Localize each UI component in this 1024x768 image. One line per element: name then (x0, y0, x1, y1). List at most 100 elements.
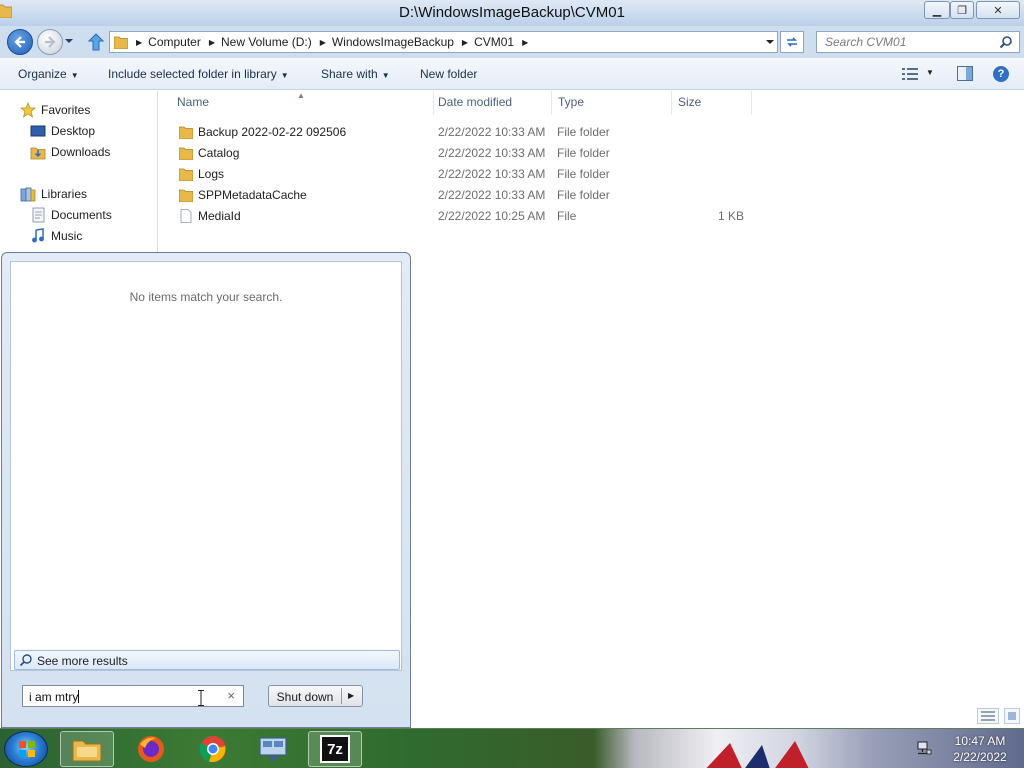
sidebar-item-favorites[interactable]: Favorites (20, 101, 90, 119)
breadcrumb-new-volume[interactable]: New Volume (D:) (217, 35, 316, 49)
column-divider[interactable] (433, 91, 434, 115)
column-divider[interactable] (551, 91, 552, 115)
breadcrumb-cvm01[interactable]: CVM01 (470, 35, 518, 49)
7zip-icon: 7z (320, 735, 350, 763)
sidebar-item-music[interactable]: Music (30, 227, 82, 245)
folder-icon (114, 36, 128, 49)
taskbar-7zip-button[interactable]: 7z (308, 731, 362, 767)
details-view-button[interactable] (977, 708, 999, 724)
libraries-icon (20, 187, 36, 202)
up-arrow-icon[interactable] (87, 32, 105, 52)
arrow-right-icon (45, 36, 56, 48)
new-folder-button[interactable]: New folder (420, 67, 477, 81)
organize-label: Organize (18, 67, 67, 81)
taskbar-chrome-button[interactable] (186, 731, 240, 767)
address-bar[interactable]: ▶ Computer ▶ New Volume (D:) ▶ WindowsIm… (109, 31, 778, 53)
minimize-button[interactable]: ▁ (924, 1, 950, 19)
navigation-pane: Favorites Desktop Downloads Libraries Do… (0, 91, 158, 261)
file-name: MediaId (198, 209, 241, 223)
see-more-results-label: See more results (37, 654, 128, 668)
start-search-input[interactable]: i am mtry × (22, 685, 244, 707)
file-date: 2/22/2022 10:33 AM (438, 125, 546, 139)
column-header-date-modified[interactable]: Date modified (438, 95, 512, 113)
details-view-icon (981, 711, 995, 721)
back-button[interactable] (7, 29, 33, 55)
file-row-logs[interactable]: Logs 2/22/2022 10:33 AM File folder (177, 164, 757, 185)
sidebar-item-label: Downloads (51, 145, 111, 159)
tiles-view-icon (1008, 712, 1016, 720)
folder-icon (179, 126, 193, 139)
windows-logo-icon (19, 741, 35, 757)
sidebar-item-desktop[interactable]: Desktop (30, 122, 95, 140)
sidebar-item-documents[interactable]: Documents (30, 206, 112, 224)
include-in-library-menu[interactable]: Include selected folder in library ▼ (108, 67, 289, 81)
chevron-right-icon[interactable]: ▶ (518, 38, 530, 47)
chevron-right-icon[interactable]: ▶ (132, 38, 144, 47)
chevron-down-icon: ▼ (280, 71, 289, 80)
recent-pages-dropdown[interactable] (64, 36, 74, 46)
column-divider[interactable] (751, 91, 752, 115)
taskbar-remote-desktop-button[interactable] (246, 731, 300, 767)
chevron-right-icon[interactable]: ▶ (458, 38, 470, 47)
breadcrumb-computer[interactable]: Computer (144, 35, 205, 49)
file-row-mediaid[interactable]: MediaId 2/22/2022 10:25 AM File 1 KB (177, 206, 757, 227)
include-label: Include selected folder in library (108, 67, 277, 81)
address-row: ▶ Computer ▶ New Volume (D:) ▶ WindowsIm… (0, 26, 1024, 58)
sidebar-item-label: Desktop (51, 124, 96, 138)
refresh-icon (787, 37, 797, 47)
help-button[interactable]: ? (993, 66, 1009, 82)
start-search-value: i am mtry (29, 690, 80, 704)
desktop-icon (30, 125, 46, 137)
network-icon[interactable] (916, 741, 932, 755)
share-with-menu[interactable]: Share with ▼ (321, 67, 390, 81)
breadcrumb-windowsimagebackup[interactable]: WindowsImageBackup (328, 35, 458, 49)
chevron-right-icon[interactable]: ▶ (205, 38, 217, 47)
see-more-results-button[interactable]: See more results (14, 650, 400, 670)
column-header-name[interactable]: Name (177, 95, 209, 113)
column-header-size[interactable]: Size (678, 95, 701, 113)
clear-search-icon[interactable]: × (227, 688, 235, 703)
shutdown-options-arrow-icon[interactable]: ▶ (348, 691, 354, 700)
search-text: i am mtry (29, 690, 79, 704)
window-title: D:\WindowsImageBackup\CVM01 (399, 4, 625, 21)
downloads-folder-icon (30, 147, 46, 160)
tiles-view-button[interactable] (1004, 708, 1020, 724)
organize-menu[interactable]: Organize ▼ (18, 67, 79, 81)
preview-pane-button[interactable] (957, 66, 973, 81)
folder-icon (179, 147, 193, 160)
view-options-icon[interactable] (902, 67, 918, 81)
column-divider[interactable] (671, 91, 672, 115)
file-type: File folder (557, 188, 610, 202)
chevron-down-icon[interactable] (765, 37, 775, 47)
column-header-type[interactable]: Type (558, 95, 584, 113)
sidebar-item-label: Favorites (41, 103, 91, 117)
forward-button[interactable] (37, 29, 63, 55)
file-type: File (557, 209, 577, 223)
command-bar: Organize ▼ Include selected folder in lib… (0, 58, 1024, 90)
chevron-right-icon[interactable]: ▶ (316, 38, 328, 47)
sidebar-item-downloads[interactable]: Downloads (30, 143, 110, 161)
file-name: Logs (198, 167, 225, 181)
taskbar-firefox-button[interactable] (124, 731, 178, 767)
maximize-button[interactable]: ❐ (950, 1, 974, 19)
no-results-message: No items match your search. (129, 290, 283, 304)
chevron-down-icon[interactable]: ▼ (926, 68, 934, 77)
system-clock[interactable]: 10:47 AM 2/22/2022 (940, 733, 1020, 765)
search-input[interactable]: Search CVM01 (816, 31, 1020, 53)
close-button[interactable]: ✕ (976, 1, 1020, 19)
file-row-catalog[interactable]: Catalog 2/22/2022 10:33 AM File folder (177, 143, 757, 164)
chevron-down-icon: ▼ (70, 71, 79, 80)
refresh-button[interactable] (780, 31, 804, 53)
file-row-sppmetadatacache[interactable]: SPPMetadataCache 2/22/2022 10:33 AM File… (177, 185, 757, 206)
clock-time: 10:47 AM (954, 734, 1006, 748)
start-button[interactable] (4, 731, 48, 767)
sidebar-item-libraries[interactable]: Libraries (20, 185, 87, 203)
arrow-left-icon (14, 36, 25, 48)
star-icon (20, 102, 36, 118)
file-row-backup[interactable]: Backup 2022-02-22 092506 2/22/2022 10:33… (177, 122, 757, 143)
7zip-label: 7z (327, 740, 343, 758)
title-bar[interactable]: D:\WindowsImageBackup\CVM01 ▁ ❐ ✕ (0, 0, 1024, 26)
taskbar-explorer-button[interactable] (60, 731, 114, 767)
shut-down-button[interactable]: Shut down ▶ (268, 685, 363, 707)
search-icon[interactable] (999, 35, 1013, 49)
